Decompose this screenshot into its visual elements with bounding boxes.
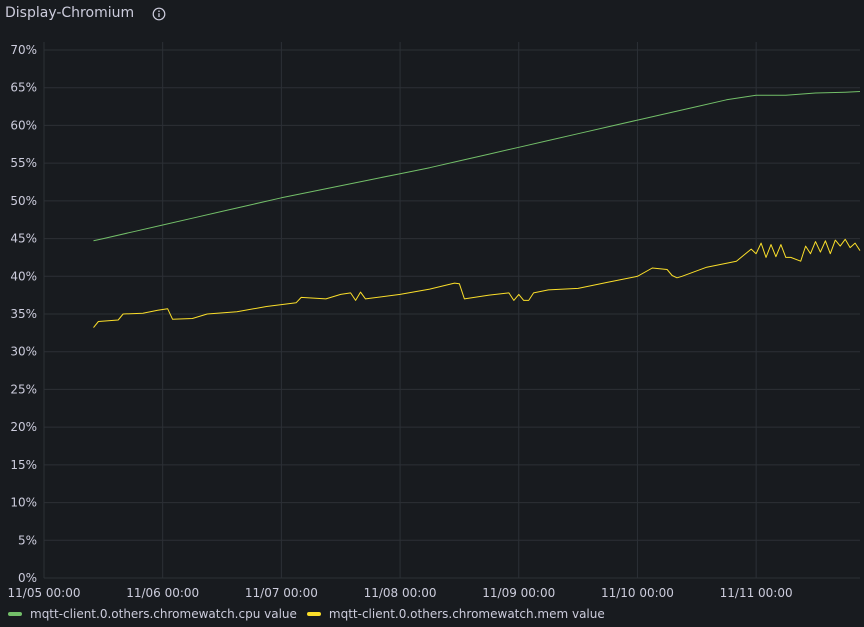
x-tick-label: 11/06 00:00 [126,586,199,600]
legend-swatch-mem [306,612,321,616]
y-tick-label: 0% [18,571,37,585]
y-tick-label: 55% [10,156,37,170]
y-tick-label: 60% [10,118,37,132]
y-tick-label: 40% [10,269,37,283]
y-tick-label: 35% [10,307,37,321]
y-axis-ticks: 0% 5% 10% 15% 20% 25% 30% 35% 40% 45% 50% 55% 60% 65%… [10,43,37,585]
y-tick-label: 50% [10,194,37,208]
y-tick-label: 15% [10,458,37,472]
y-tick-label: 20% [10,420,37,434]
x-tick-label: 11/10 00:00 [601,586,674,600]
y-tick-label: 25% [10,382,37,396]
x-axis-ticks: 11/05 00:00 11/06 00:00 11/07 00:00 11/08 0… [8,586,793,600]
legend: mqtt-client.0.others.chromewatch.cpu val… [8,605,615,623]
grid [43,42,860,579]
line-chart[interactable]: 0% 5% 10% 15% 20% 25% 30% 35% 40% 45% 50% 55% 60% 65%… [0,0,864,627]
y-tick-label: 65% [10,81,37,95]
series-lines[interactable] [93,91,861,328]
y-tick-label: 45% [10,232,37,246]
legend-label-mem: mqtt-client.0.others.chromewatch.mem val… [328,607,605,621]
legend-item-cpu[interactable]: mqtt-client.0.others.chromewatch.cpu val… [8,607,297,621]
chart-panel: Display-Chromium 0% 5% 10% 15% 20% 25% 30% 35% 4… [0,0,864,627]
y-tick-label: 70% [10,43,37,57]
series-line-cpu[interactable] [93,91,861,242]
y-tick-label: 10% [10,496,37,510]
x-tick-label: 11/08 00:00 [364,586,437,600]
legend-item-mem[interactable]: mqtt-client.0.others.chromewatch.mem val… [306,607,605,621]
legend-swatch-cpu [8,612,22,616]
x-tick-label: 11/07 00:00 [245,586,318,600]
x-tick-label: 11/11 00:00 [720,586,793,600]
y-tick-label: 30% [10,345,37,359]
x-tick-label: 11/05 00:00 [8,586,81,600]
x-tick-label: 11/09 00:00 [482,586,555,600]
legend-label-cpu: mqtt-client.0.others.chromewatch.cpu val… [30,607,297,621]
y-tick-label: 5% [18,533,37,547]
